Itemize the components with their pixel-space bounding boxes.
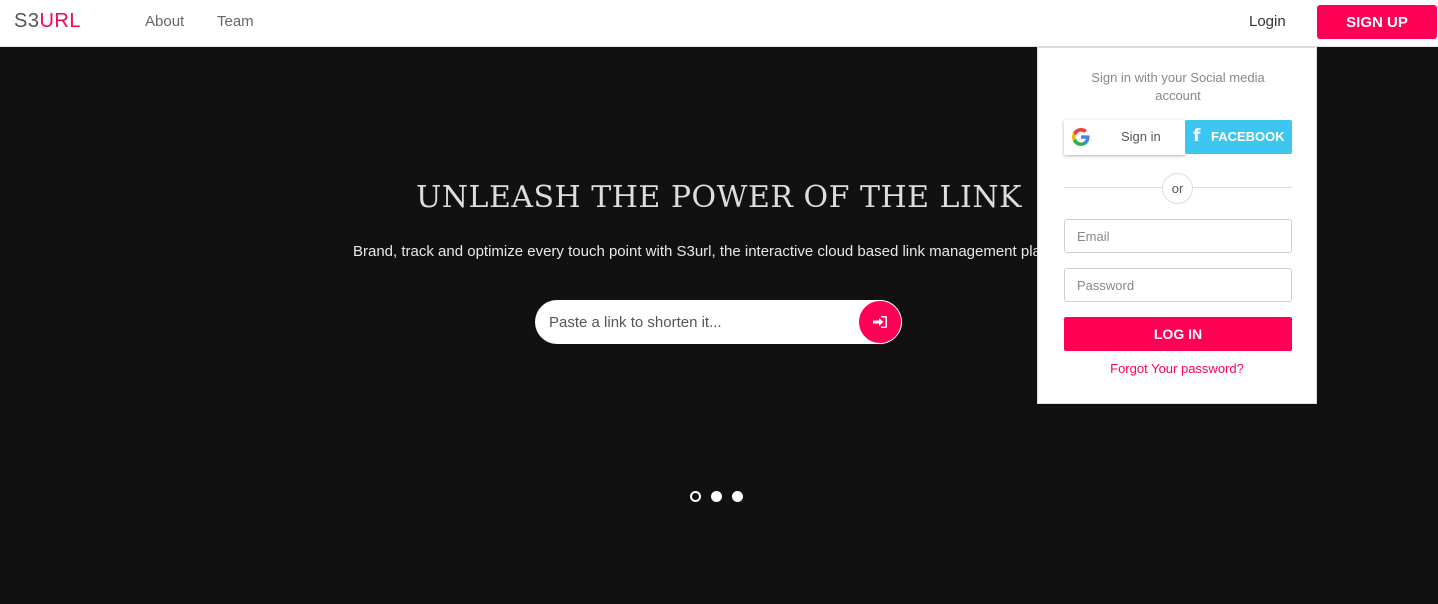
carousel-indicators [690, 491, 743, 502]
facebook-signin-label: FACEBOOK [1211, 129, 1285, 144]
nav-team-link[interactable]: Team [217, 13, 254, 30]
logo[interactable]: S3URL [14, 10, 81, 33]
facebook-icon: f [1193, 126, 1201, 146]
shorten-link-input[interactable] [549, 300, 849, 344]
carousel-dot-3[interactable] [732, 491, 743, 502]
forgot-password-link[interactable]: Forgot Your password? [1038, 361, 1316, 376]
sign-in-icon [873, 316, 887, 328]
carousel-dot-1[interactable] [690, 491, 701, 502]
shorten-submit-button[interactable] [858, 300, 902, 344]
signup-button[interactable]: SIGN UP [1317, 5, 1437, 39]
google-signin-label: Sign in [1121, 129, 1161, 144]
logo-prefix: S3 [14, 10, 40, 32]
password-field[interactable] [1064, 268, 1292, 302]
social-signin-text: Sign in with your Social media account [1091, 70, 1265, 103]
hero-subtitle: Brand, track and optimize every touch po… [353, 243, 1041, 260]
shorten-link-bar [535, 300, 901, 344]
login-dropdown: Sign in with your Social media account S… [1037, 47, 1317, 404]
login-button[interactable]: LOG IN [1064, 317, 1292, 351]
facebook-signin-button[interactable]: f FACEBOOK [1185, 120, 1292, 154]
carousel-dot-2[interactable] [711, 491, 722, 502]
or-divider: or [1162, 173, 1193, 204]
nav-login-link[interactable]: Login [1249, 13, 1286, 30]
email-field[interactable] [1064, 219, 1292, 253]
google-icon [1072, 128, 1090, 146]
nav-about-link[interactable]: About [145, 13, 184, 30]
google-signin-button[interactable]: Sign in [1064, 120, 1185, 155]
logo-suffix: URL [39, 10, 81, 32]
top-navbar: S3URL About Team Login SIGN UP [0, 0, 1438, 47]
